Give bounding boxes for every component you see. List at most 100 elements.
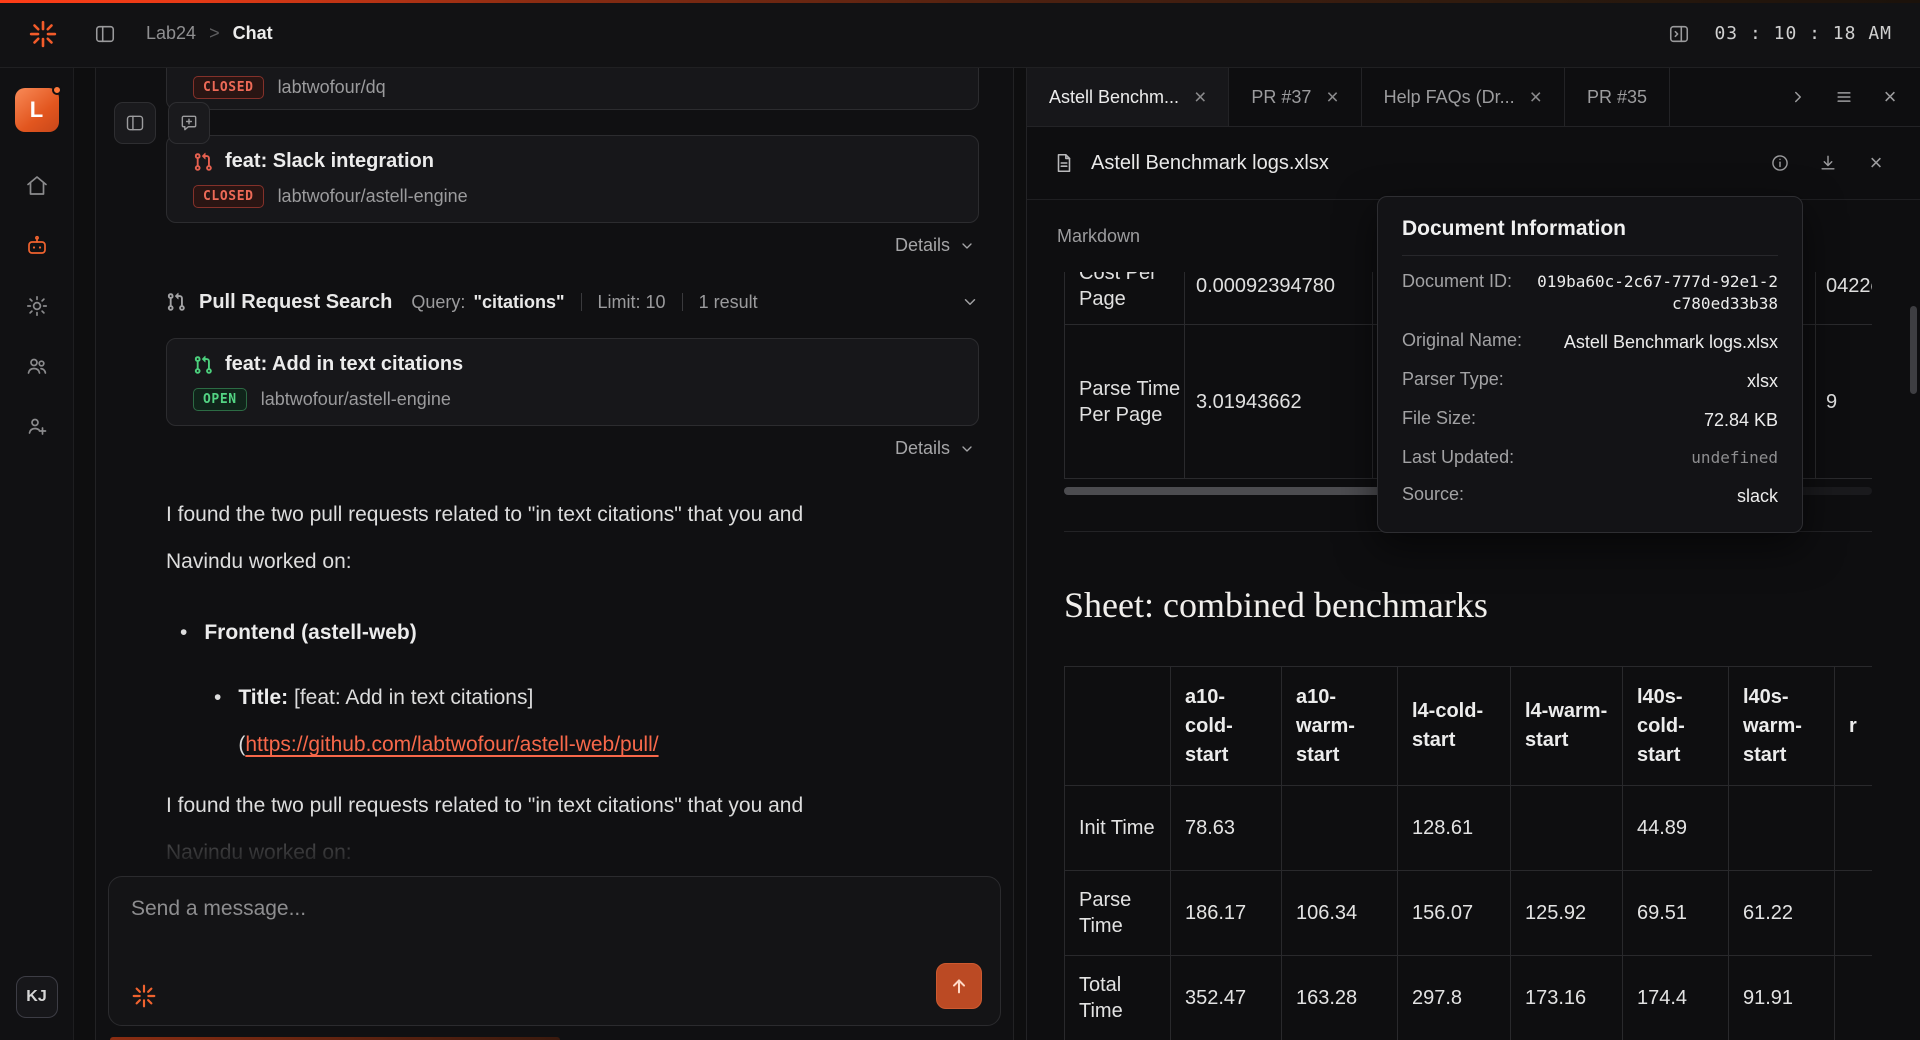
divider	[682, 293, 683, 311]
message-input[interactable]	[109, 877, 1000, 1025]
send-button[interactable]	[936, 963, 982, 1009]
bot-icon	[25, 234, 49, 258]
collapse-toggle[interactable]	[961, 293, 979, 311]
close-panel-button[interactable]: ×	[1872, 79, 1908, 115]
breadcrumb-app[interactable]: Lab24	[146, 23, 196, 44]
info-button[interactable]	[1762, 145, 1798, 181]
pull-request-search-header[interactable]: Pull Request Search Query: "citations" L…	[166, 280, 979, 324]
workspace-logo[interactable]: L	[15, 88, 59, 132]
breadcrumb-page[interactable]: Chat	[233, 23, 273, 44]
query-value: "citations"	[473, 292, 564, 313]
message-line: Navindu worked on:	[166, 829, 979, 876]
pr-link[interactable]: https://github.com/labtwofour/astell-web…	[245, 733, 658, 756]
cell	[1511, 786, 1623, 871]
sidebar-toggle-button[interactable]	[94, 23, 116, 45]
column-header: l40s-warm-start	[1729, 667, 1835, 786]
right-panel-toggle-button[interactable]	[1668, 23, 1690, 45]
bullet-icon: •	[214, 674, 221, 768]
cell: 128.61	[1398, 786, 1511, 871]
cell	[1835, 786, 1873, 871]
pr-card-text-citations[interactable]: feat: Add in text citations OPEN labtwof…	[166, 338, 979, 426]
home-nav-button[interactable]	[25, 174, 49, 198]
cell: 125.92	[1511, 871, 1623, 956]
workspace-logo-letter: L	[30, 97, 43, 123]
close-icon[interactable]: ×	[1326, 87, 1338, 108]
app-root: Lab24 > Chat 03 : 10 : 18 AM L	[0, 0, 1920, 1040]
pr-title: feat: Add in text citations	[225, 353, 463, 376]
file-name: Astell Benchmark logs.xlsx	[1091, 152, 1329, 175]
info-value: 019ba60c-2c67-777d-92e1-2c780ed33b38	[1528, 271, 1778, 315]
table-row: Parse Time 186.17 106.34 156.07 125.92 6…	[1065, 871, 1873, 956]
pr-card-slack-integration[interactable]: feat: Slack integration CLOSED labtwofou…	[166, 135, 979, 223]
cell: 174.4	[1623, 956, 1729, 1040]
message-composer[interactable]	[108, 876, 1001, 1026]
metric-value-clipped: 0422e	[1816, 272, 1873, 325]
new-chat-button[interactable]	[168, 102, 210, 144]
settings-nav-button[interactable]	[25, 294, 49, 318]
download-button[interactable]	[1810, 145, 1846, 181]
info-value: undefined	[1530, 447, 1778, 469]
table-row: Init Time 78.63 128.61 44.89	[1065, 786, 1873, 871]
limit-value: Limit: 10	[598, 292, 666, 313]
close-icon[interactable]: ×	[1194, 87, 1206, 108]
gear-icon	[25, 294, 49, 318]
title-label: Title:	[238, 686, 288, 709]
info-label: Source:	[1402, 484, 1464, 505]
tab-help-faqs[interactable]: Help FAQs (Dr... ×	[1362, 68, 1565, 126]
details-label: Details	[895, 235, 950, 256]
users-icon	[25, 354, 49, 378]
view-mode-label[interactable]: Markdown	[1057, 226, 1140, 247]
tab-pr-37[interactable]: PR #37 ×	[1229, 68, 1361, 126]
close-document-button[interactable]: ×	[1858, 145, 1894, 181]
file-header: Astell Benchmark logs.xlsx ×	[1027, 127, 1920, 200]
tab-pr-35[interactable]: PR #35	[1565, 68, 1670, 126]
tab-list-button[interactable]	[1826, 79, 1862, 115]
sheet-heading: Sheet: combined benchmarks	[1064, 584, 1872, 626]
assistant-nav-button[interactable]	[25, 234, 49, 258]
toggle-history-button[interactable]	[114, 102, 156, 144]
invite-nav-button[interactable]	[25, 414, 49, 438]
cell: 61.22	[1729, 871, 1835, 956]
popover-title: Document Information	[1402, 217, 1778, 256]
metric-value: 3.01943662	[1185, 325, 1373, 479]
cell: 186.17	[1171, 871, 1282, 956]
cell: 91.91	[1729, 956, 1835, 1040]
pr-title: feat: Slack integration	[225, 150, 434, 173]
info-value: 72.84 KB	[1492, 408, 1778, 432]
column-header: a10-cold-start	[1171, 667, 1282, 786]
column-header: l4-cold-start	[1398, 667, 1511, 786]
document-panel: Astell Benchm... × PR #37 × Help FAQs (D…	[1026, 68, 1920, 1040]
metric-label: Parse Time Per Page	[1065, 325, 1185, 479]
panel-left-icon	[125, 113, 145, 133]
vertical-scrollbar-thumb[interactable]	[1910, 306, 1917, 394]
rail-nav	[25, 174, 49, 438]
row-label: Init Time	[1065, 786, 1171, 871]
details-label: Details	[895, 438, 950, 459]
info-label: Parser Type:	[1402, 369, 1504, 390]
user-avatar[interactable]: KJ	[16, 976, 58, 1018]
message-plus-icon	[179, 113, 199, 133]
message-line: Navindu worked on:	[166, 538, 979, 585]
cell	[1835, 956, 1873, 1040]
tab-label: PR #35	[1587, 87, 1647, 108]
table-header-row: a10-cold-start a10-warm-start l4-cold-st…	[1065, 667, 1873, 786]
avatar-initials: KJ	[26, 988, 46, 1006]
status-badge: OPEN	[193, 388, 247, 411]
chevron-down-icon	[959, 238, 975, 254]
tab-astell-benchmark[interactable]: Astell Benchm... ×	[1027, 68, 1229, 126]
query-label: Query:	[411, 292, 465, 313]
column-header	[1065, 667, 1171, 786]
document-info-popover: Document Information Document ID: 019ba6…	[1377, 196, 1803, 533]
assistant-message-repeat: I found the two pull requests related to…	[166, 782, 979, 876]
tab-label: Astell Benchm...	[1049, 87, 1179, 108]
list-item: • Title: [feat: Add in text citations] (…	[166, 674, 979, 768]
info-row: Parser Type: xlsx	[1402, 369, 1778, 393]
members-nav-button[interactable]	[25, 354, 49, 378]
bullet-text: Frontend (astell-web)	[204, 609, 416, 656]
details-toggle[interactable]: Details	[166, 438, 979, 459]
details-toggle[interactable]: Details	[166, 235, 979, 256]
scroll-tabs-button[interactable]	[1780, 79, 1816, 115]
close-icon[interactable]: ×	[1530, 87, 1542, 108]
pr-card-peek[interactable]: CLOSED labtwofour/dq	[166, 68, 979, 110]
panel-left-icon	[94, 23, 116, 45]
